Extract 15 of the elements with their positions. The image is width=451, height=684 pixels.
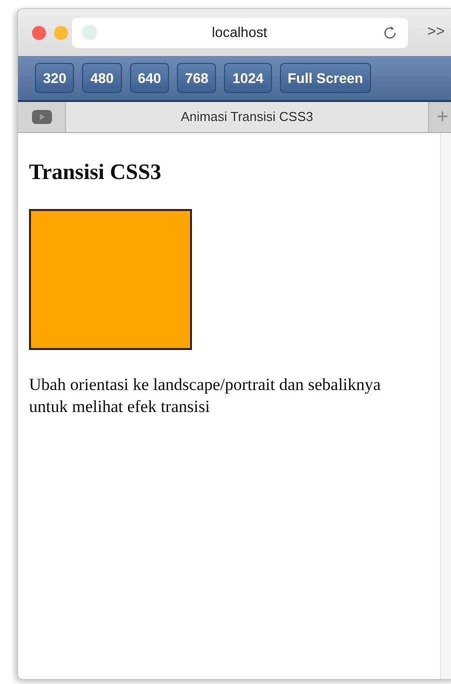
page-heading: Transisi CSS3 [29, 159, 162, 186]
browser-tab[interactable]: Animasi Transisi CSS3 [66, 102, 428, 132]
page-paragraph: Ubah orientasi ke landscape/portrait dan sebaliknya untuk melihat efek transisi [29, 374, 382, 418]
size-button[interactable]: 320 [35, 63, 74, 93]
minimize-button[interactable] [54, 26, 68, 40]
size-button[interactable]: 1024 [224, 63, 272, 93]
size-button[interactable]: 768 [177, 63, 216, 93]
size-button[interactable]: Full Screen [280, 63, 372, 93]
size-button[interactable]: 640 [130, 63, 170, 93]
video-icon [32, 110, 52, 124]
reload-icon[interactable] [382, 24, 398, 41]
close-button[interactable] [32, 26, 46, 40]
address-bar[interactable]: localhost [72, 18, 408, 48]
overflow-button[interactable]: >> [416, 21, 451, 44]
size-button[interactable]: 480 [82, 63, 122, 93]
